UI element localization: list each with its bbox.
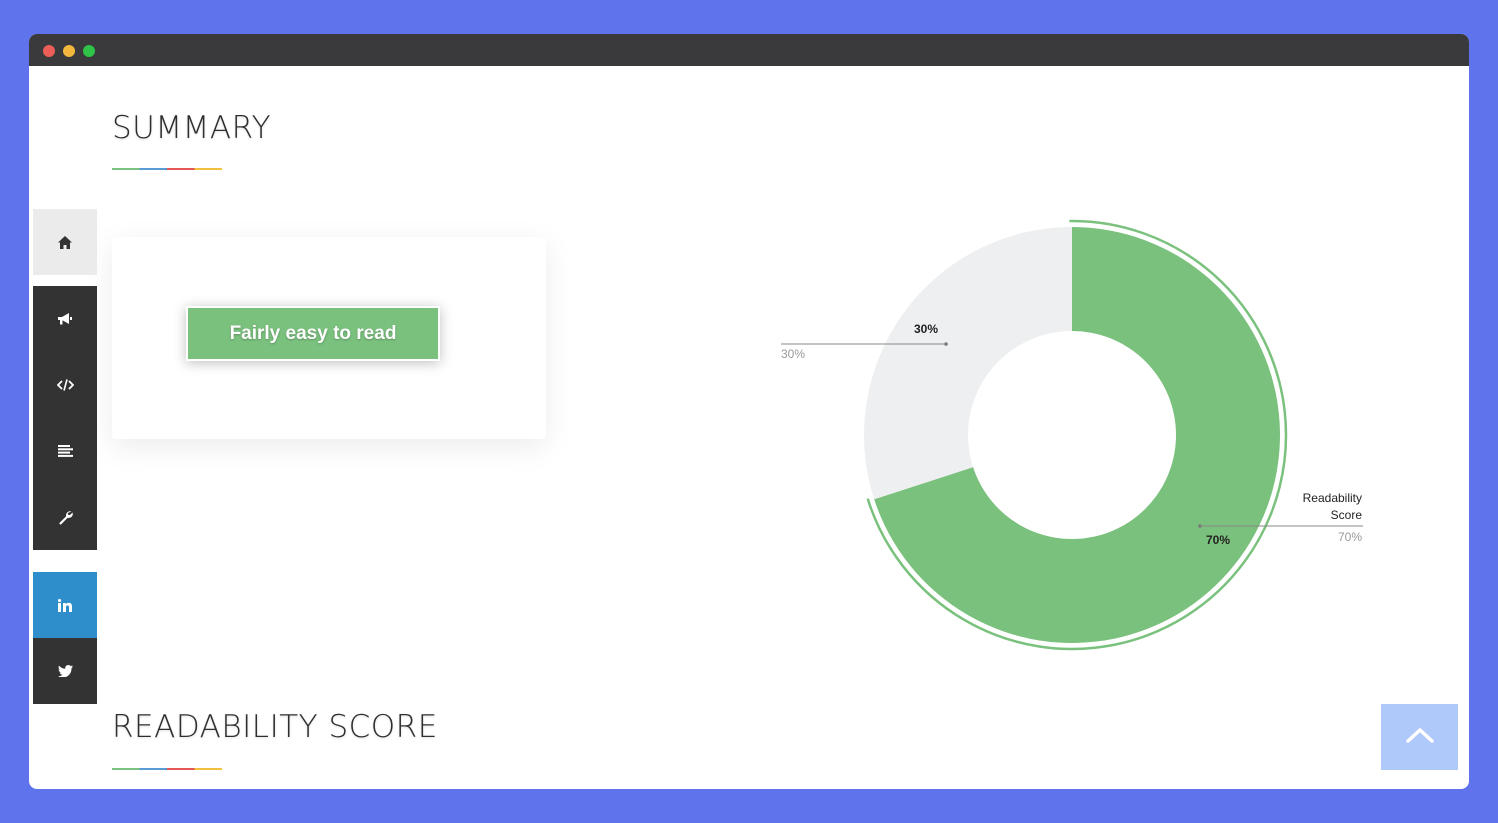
scroll-to-top-button[interactable] <box>1381 704 1458 770</box>
sidebar-item-twitter[interactable] <box>33 638 97 704</box>
sidebar-item-linkedin[interactable] <box>33 572 97 638</box>
sidebar-item-announcements[interactable] <box>33 286 97 352</box>
slice-2-outer-label: 30% <box>781 347 805 361</box>
legend-label-1b: Score <box>1331 508 1363 522</box>
sidebar-item-code[interactable] <box>33 352 97 418</box>
slice-1-value-label: 70% <box>1206 533 1230 547</box>
twitter-icon <box>57 665 73 677</box>
chevron-up-icon <box>1405 727 1434 748</box>
slice-1-outer-label: 70% <box>1338 530 1362 544</box>
legend-label-1a: Readability <box>1303 491 1362 505</box>
wrench-icon <box>58 510 73 525</box>
sidebar-item-home[interactable] <box>33 209 97 275</box>
megaphone-icon <box>57 312 73 326</box>
readability-heading-underline <box>112 768 222 770</box>
browser-window: SUMMARY Fairly easy to read 70% Readabili… <box>29 34 1469 789</box>
slice-2-value-label: 30% <box>914 322 938 336</box>
linkedin-icon <box>58 598 72 612</box>
home-icon <box>58 235 72 249</box>
readability-score-heading: READABILITY SCORE <box>112 709 438 745</box>
sidebar-item-text[interactable] <box>33 418 97 484</box>
text-align-icon <box>57 445 73 457</box>
sidebar-item-tools[interactable] <box>33 484 97 550</box>
readability-donut-chart: 70% Readability Score 70% 30% 30% <box>781 219 1363 651</box>
donut-slice-2[interactable] <box>864 227 1072 500</box>
code-icon <box>56 379 74 391</box>
